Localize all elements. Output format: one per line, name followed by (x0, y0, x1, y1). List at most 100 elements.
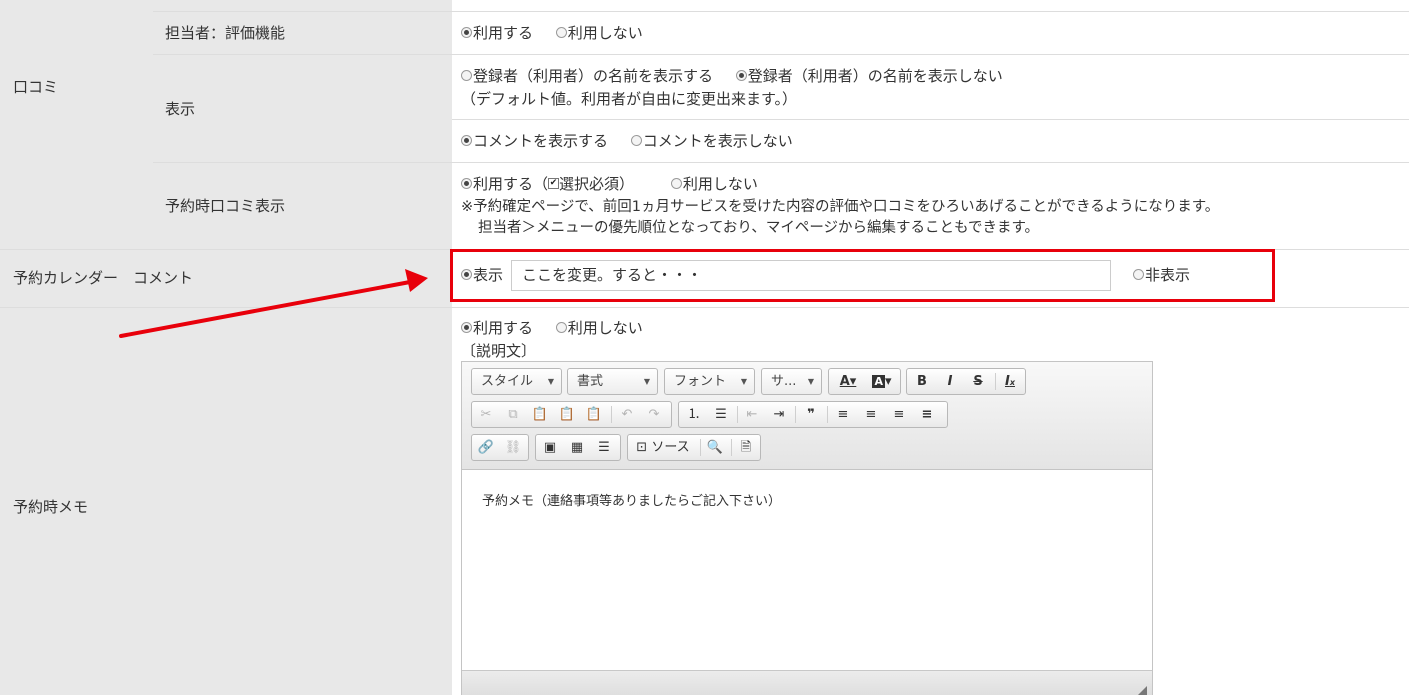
radio-selected-icon (461, 135, 472, 146)
display-name-options: 登録者（利用者）の名前を表示する 登録者（利用者）の名前を表示しない (461, 66, 1003, 86)
italic-button[interactable]: I (939, 372, 961, 391)
required-checkbox[interactable]: ✔ 選択必須） (548, 174, 634, 194)
copy-icon[interactable]: ⧉ (502, 405, 524, 424)
description-label: 〔説明文〕 (461, 342, 537, 360)
indent-icon[interactable]: ⇥ (768, 405, 790, 424)
divider (153, 54, 1409, 55)
checkmark-icon: ✔ (548, 178, 560, 189)
booking-review-note-1: ※予約確定ページで、前回1ヵ月サービスを受けた内容の評価や口コミをひろいあげるこ… (461, 199, 1220, 215)
radio-icon (1133, 269, 1144, 280)
blockquote-icon[interactable]: ❞ (800, 405, 822, 424)
redo-icon[interactable]: ↷ (643, 405, 665, 424)
booking-memo-not-use-radio[interactable]: 利用しない (555, 318, 643, 338)
unlink-icon[interactable]: ⛓ (502, 438, 524, 457)
clipboard-group: ✂ ⧉ 📋 📋 📋 ↶ ↷ (471, 401, 672, 428)
resize-handle-icon[interactable] (1137, 686, 1147, 695)
radio-selected-icon (461, 269, 472, 280)
editor-content[interactable]: 予約メモ（連絡事項等ありましたらご記入下さい） (482, 490, 781, 509)
radio-selected-icon (461, 178, 472, 189)
basic-style-group: B I S Ix (906, 368, 1026, 395)
align-justify-icon[interactable]: ≡ (916, 405, 938, 424)
radio-icon (670, 178, 682, 189)
bold-button[interactable]: B (911, 372, 933, 391)
divider (611, 406, 612, 423)
display-default-note: （デフォルト値。利用者が自由に変更出来ます。） (461, 90, 798, 108)
strike-button[interactable]: S (967, 372, 989, 391)
remove-format-icon[interactable]: Ix (999, 372, 1021, 391)
booking-memo-use-radio[interactable]: 利用する (461, 318, 533, 338)
kuchikomi-label: 口コミ (13, 78, 59, 96)
horizontal-rule-icon[interactable]: ☰ (593, 438, 615, 457)
color-group: A▾ A ▾ (828, 368, 901, 395)
booking-memo-options: 利用する 利用しない (461, 318, 643, 338)
bg-color-button[interactable]: A ▾ (867, 372, 897, 391)
booking-review-display-label: 予約時口コミ表示 (165, 197, 286, 215)
divider (795, 406, 796, 423)
preview-icon[interactable]: 🔍 (704, 438, 726, 457)
paste-text-icon[interactable]: 📋 (556, 405, 578, 424)
font-combo[interactable]: フォント ▼ (664, 368, 755, 395)
table-icon[interactable]: ▦ (566, 438, 588, 457)
paste-icon[interactable]: 📋 (529, 405, 551, 424)
outdent-icon[interactable]: ⇤ (741, 405, 763, 424)
divider (995, 373, 996, 390)
chevron-down-icon: ▼ (807, 377, 814, 386)
undo-icon[interactable]: ↶ (616, 405, 638, 424)
hide-comment-radio[interactable]: コメントを表示しない (630, 131, 793, 151)
show-name-radio[interactable]: 登録者（利用者）の名前を表示する (461, 66, 713, 86)
staff-rating-use-radio[interactable]: 利用する (461, 23, 533, 43)
size-combo[interactable]: サ... ▼ (761, 368, 822, 395)
document-icon[interactable]: 🗎 (735, 438, 757, 457)
editor-footer (462, 670, 1152, 695)
paragraph-group: ⒈ ☰ ⇤ ⇥ ❞ ≡ ≡ ≡ ≡ (678, 401, 948, 428)
calendar-comment-show-radio[interactable]: 表示 (461, 265, 503, 285)
source-button[interactable]: ⊡ ソース (631, 438, 695, 457)
divider (827, 406, 828, 423)
divider (153, 162, 1409, 163)
radio-icon (630, 135, 642, 146)
style-combo[interactable]: スタイル ▼ (471, 368, 562, 395)
booking-memo-label: 予約時メモ (13, 498, 89, 516)
radio-selected-icon (735, 70, 747, 81)
divider (700, 439, 701, 456)
booking-review-not-use-radio[interactable]: 利用しない (670, 174, 758, 194)
text-color-button[interactable]: A▾ (833, 372, 863, 391)
align-center-icon[interactable]: ≡ (860, 405, 882, 424)
align-right-icon[interactable]: ≡ (888, 405, 910, 424)
numbered-list-icon[interactable]: ⒈ (683, 405, 705, 424)
radio-icon (461, 70, 472, 81)
booking-review-use-radio[interactable]: 利用する（ (461, 174, 548, 194)
chevron-down-icon: ▼ (643, 377, 650, 386)
format-combo[interactable]: 書式 ▼ (567, 368, 658, 395)
link-group: 🔗 ⛓ (471, 434, 529, 461)
calendar-comment-hide-radio[interactable]: 非表示 (1133, 265, 1190, 285)
divider (153, 11, 1409, 12)
booking-review-note-2: 担当者＞メニューの優先順位となっており、マイページから編集することもできます。 (478, 220, 1040, 236)
comment-display-options: コメントを表示する コメントを表示しない (461, 131, 793, 151)
staff-rating-not-use-radio[interactable]: 利用しない (555, 23, 643, 43)
editor-toolbar: スタイル ▼ 書式 ▼ フォント ▼ サ... ▼ A▾ A ▾ B I S Ix ✂ ⧉… (462, 362, 1152, 470)
divider (731, 439, 732, 456)
divider (452, 119, 1409, 120)
booking-review-options: 利用する（ ✔ 選択必須） 利用しない (461, 174, 758, 194)
radio-icon (555, 27, 567, 38)
paste-word-icon[interactable]: 📋 (583, 405, 605, 424)
chevron-down-icon: ▼ (547, 377, 554, 386)
chevron-down-icon: ▼ (740, 377, 747, 386)
image-icon[interactable]: ▣ (539, 438, 561, 457)
hide-name-radio[interactable]: 登録者（利用者）の名前を表示しない (735, 66, 1003, 86)
staff-rating-options: 利用する 利用しない (461, 23, 643, 43)
rich-text-editor: スタイル ▼ 書式 ▼ フォント ▼ サ... ▼ A▾ A ▾ B I S Ix ✂ ⧉… (461, 361, 1153, 695)
radio-icon (555, 322, 567, 333)
kuchikomi-label-cell (0, 0, 153, 249)
show-comment-radio[interactable]: コメントを表示する (461, 131, 608, 151)
insert-group: ▣ ▦ ☰ (535, 434, 621, 461)
calendar-comment-input[interactable]: ここを変更。すると・・・ (511, 260, 1111, 291)
cut-icon[interactable]: ✂ (475, 405, 497, 424)
red-arrow-icon (119, 269, 428, 338)
align-left-icon[interactable]: ≡ (832, 405, 854, 424)
divider (737, 406, 738, 423)
document-group: ⊡ ソース 🔍 🗎 (627, 434, 761, 461)
bullet-list-icon[interactable]: ☰ (710, 405, 732, 424)
link-icon[interactable]: 🔗 (475, 438, 497, 457)
